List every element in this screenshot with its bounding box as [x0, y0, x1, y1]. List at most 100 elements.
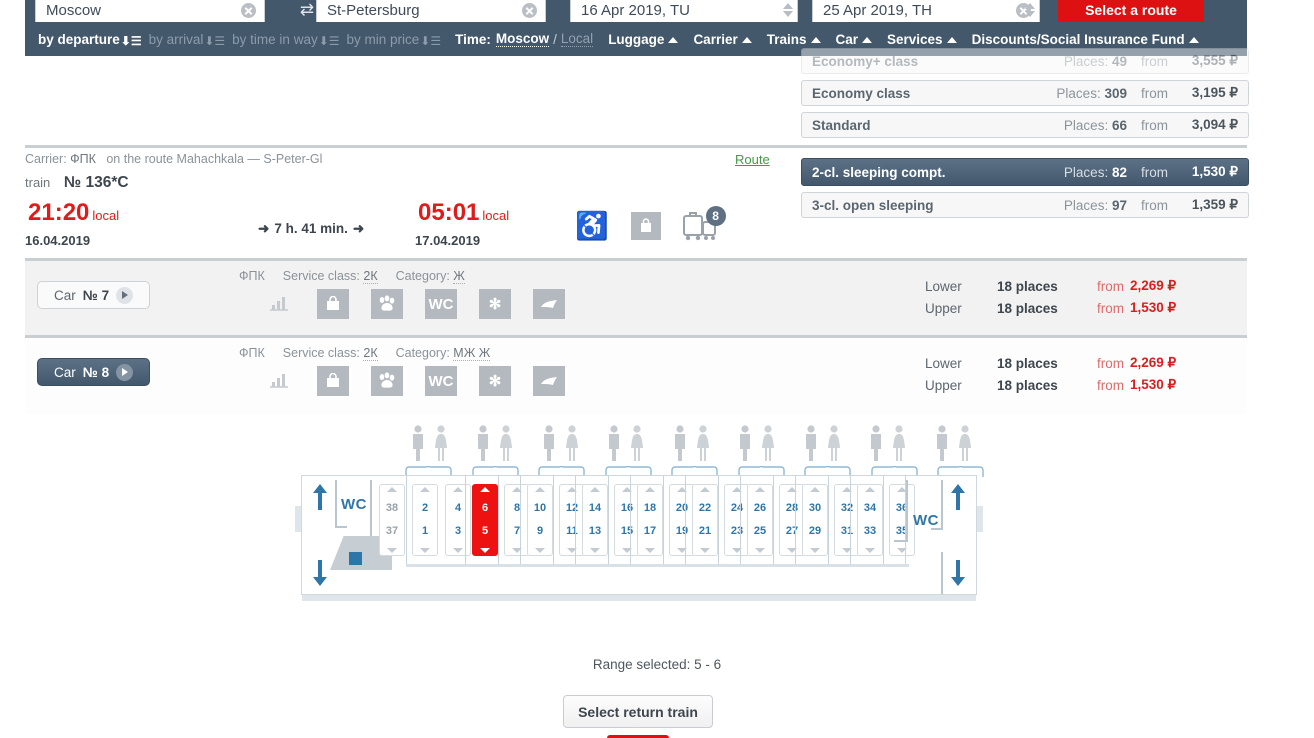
origin-field[interactable] — [35, 0, 265, 24]
compartment-floor — [685, 564, 744, 567]
caret-up-icon — [741, 36, 752, 43]
seat-pair-13-14[interactable]: 14 13 — [582, 484, 608, 556]
compartment-occupancy-icons — [406, 425, 976, 463]
car-row[interactable]: Car № 7 ФПК Service class: 2К Category: … — [25, 261, 1247, 337]
time-moscow-toggle[interactable]: Moscow — [495, 31, 550, 47]
lower-berth-number: 27 — [785, 524, 799, 537]
filter-trains[interactable]: Trains — [767, 32, 821, 47]
car-selector-7[interactable]: Car № 7 — [37, 281, 151, 309]
car-service-class: Service class: 2К — [282, 269, 378, 284]
seat-pair-21-22[interactable]: 22 21 — [692, 484, 718, 556]
lower-berth-number: 33 — [863, 524, 877, 537]
return-date-field[interactable] — [812, 0, 1040, 24]
car-service-class: Service class: 2К — [282, 346, 378, 361]
upper-berth-arrow-icon — [755, 487, 765, 492]
lower-berth-number: 15 — [620, 524, 634, 537]
places-count: Places: 49 — [1063, 53, 1127, 69]
filter-carrier[interactable]: Carrier — [693, 32, 752, 47]
compartment-partition — [630, 476, 631, 564]
destination-input[interactable] — [317, 0, 522, 23]
upper-berth-number: 2 — [421, 502, 429, 515]
destination-clear-icon[interactable] — [522, 2, 537, 18]
sort-by-arrival[interactable]: by arrival⬇☰ — [149, 32, 226, 48]
train-card: Carrier: ФПК on the route Mahachkala — S… — [25, 152, 785, 274]
filter-services[interactable]: Services — [887, 32, 957, 47]
class-row-economy[interactable]: Economy class Places: 309 from 3,195 ₽ — [801, 80, 1249, 106]
car-row[interactable]: Car № 8 ФПК Service class: 2К Category: … — [25, 338, 1247, 414]
class-row-2cl-sleeping[interactable]: 2-cl. sleeping compt. Places: 82 from 1,… — [801, 158, 1249, 186]
seat-pair-17-18[interactable]: 18 17 — [637, 484, 663, 556]
return-date-input[interactable] — [813, 0, 1016, 23]
places-count: 18 places — [997, 300, 1058, 316]
class-row-3cl-open-sleeping[interactable]: 3-cl. open sleeping Places: 97 from 1,35… — [801, 192, 1249, 218]
seat-pair-37-38: 38 37 — [379, 484, 405, 556]
seat-pair-25-26[interactable]: 26 25 — [747, 484, 773, 556]
lower-berth-arrow-icon — [700, 547, 710, 553]
lower-berth-arrow-icon — [810, 547, 820, 553]
lower-berth-arrow-icon — [387, 547, 397, 553]
upper-berth-number: 18 — [643, 502, 657, 515]
car-selector-8[interactable]: Car № 8 — [37, 358, 151, 386]
swap-arrows-icon[interactable]: ⇄ — [298, 1, 316, 19]
seat-pair-1-2[interactable]: 21 — [412, 484, 438, 556]
compartment-occupants — [537, 425, 583, 463]
route-link[interactable]: Route — [735, 152, 770, 167]
class-list-top: Economy+ class Places: 49 from 3,555 ₽ E… — [801, 48, 1249, 144]
seat-pair-33-34[interactable]: 34 33 — [857, 484, 883, 556]
sort-by-min-price[interactable]: by min price⬇☰ — [347, 32, 442, 48]
luggage-icon: 8 — [682, 206, 726, 241]
origin-input[interactable] — [36, 0, 241, 23]
price-line: Upper 18 places from 1,530 ₽ — [925, 377, 1177, 393]
chart-icon — [263, 289, 295, 319]
car-carrier: ФПК — [239, 346, 265, 360]
lower-berth-number: 21 — [698, 524, 712, 537]
compartment-partition — [850, 476, 851, 564]
seat-pair-3-4[interactable]: 43 — [445, 484, 471, 556]
compartment-occupants — [406, 425, 452, 463]
compartment-partition — [883, 476, 884, 564]
upper-berth-arrow-icon — [865, 487, 875, 492]
lower-berth-number: 13 — [588, 524, 602, 537]
filter-luggage[interactable]: Luggage — [608, 32, 679, 47]
car-service-icons-8: WC ✻ — [263, 366, 565, 396]
select-route-button[interactable]: Select a route — [1058, 0, 1204, 24]
filter-discounts[interactable]: Discounts/Social Insurance Fund — [972, 32, 1199, 47]
pets-icon — [371, 289, 403, 319]
seat-pair-35-36[interactable]: 36 35 — [889, 484, 915, 556]
compartment-partition — [520, 476, 521, 564]
depart-date-input[interactable] — [571, 0, 797, 23]
time-local-toggle[interactable]: Local — [560, 31, 594, 47]
depart-date-field[interactable] — [570, 0, 798, 24]
origin-clear-icon[interactable] — [241, 2, 256, 18]
compartment-floor — [520, 564, 579, 567]
compartment-partition — [740, 476, 741, 564]
entry-arrow-up-left — [312, 484, 328, 510]
class-row-standard[interactable]: Standard Places: 66 from 3,094 ₽ — [801, 112, 1249, 138]
seat-pair-5-6[interactable]: 65 — [472, 484, 498, 556]
places-count: Places: 309 — [1056, 85, 1127, 101]
seat-pair-9-10[interactable]: 10 9 — [527, 484, 553, 556]
car-meta-8: ФПК Service class: 2К Category: МЖ Ж — [239, 346, 491, 361]
destination-field[interactable] — [316, 0, 546, 24]
bag-icon — [317, 289, 349, 319]
filter-car[interactable]: Car — [836, 32, 873, 47]
places-count: Places: 66 — [1063, 117, 1127, 133]
bag-icon — [317, 366, 349, 396]
sort-by-departure[interactable]: by departure⬇☰ — [38, 32, 142, 48]
entry-arrow-down-left — [312, 560, 328, 586]
car-service-icons-7: WC ✻ — [263, 289, 565, 319]
return-date-stepper[interactable] — [1023, 0, 1037, 21]
car-bulge-left — [295, 506, 301, 532]
lower-berth-number: 23 — [730, 524, 744, 537]
sort-by-time-in-way[interactable]: by time in way⬇☰ — [232, 32, 339, 48]
class-row-economy-plus[interactable]: Economy+ class Places: 49 from 3,555 ₽ — [801, 48, 1249, 74]
lower-berth-arrow-icon — [535, 547, 545, 553]
lower-berth-arrow-icon — [453, 547, 463, 553]
seat-pair-29-30[interactable]: 30 29 — [802, 484, 828, 556]
upper-berth-number: 10 — [533, 502, 547, 515]
time-separator: / — [553, 31, 557, 47]
page-root: ⇄ Select a route by departure⬇☰ by arriv… — [0, 0, 1314, 738]
compartment-partition — [553, 476, 554, 564]
select-return-train-button[interactable]: Select return train — [563, 695, 713, 728]
depart-date-stepper[interactable] — [781, 0, 795, 21]
